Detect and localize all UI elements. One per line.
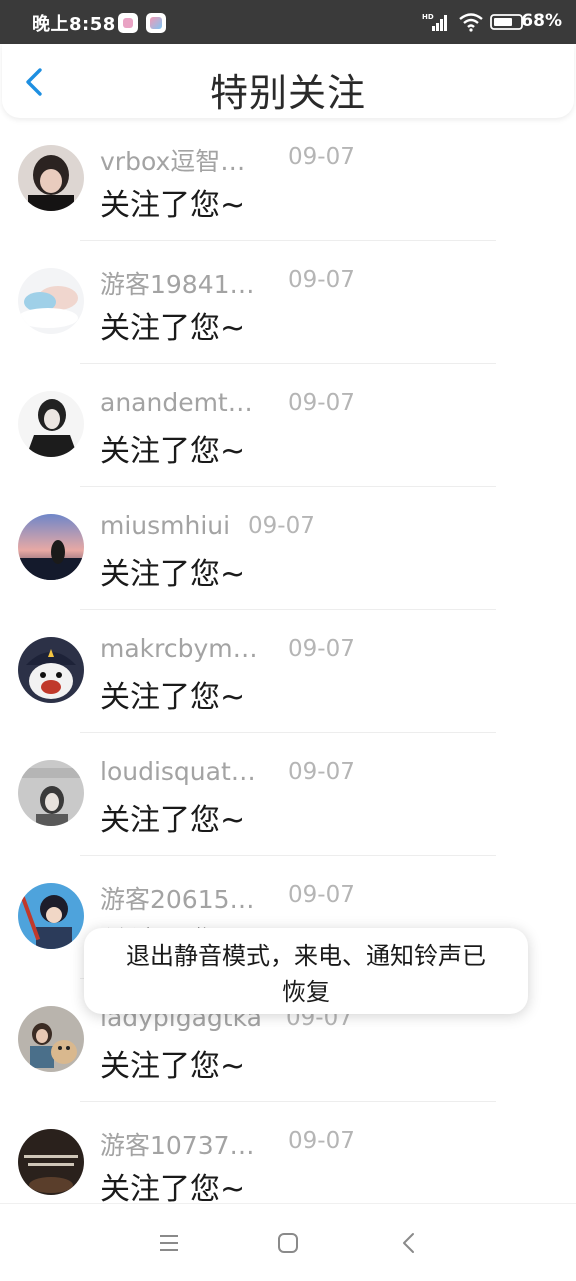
follow-message: 关注了您~ bbox=[100, 1049, 246, 1084]
silent-mode-toast: 退出静音模式，来电、通知铃声已恢复 bbox=[84, 928, 528, 1014]
avatar bbox=[18, 637, 84, 703]
follow-message: 关注了您~ bbox=[100, 188, 246, 223]
follow-date: 09-07 bbox=[248, 513, 315, 539]
avatar bbox=[18, 760, 84, 826]
svg-text:HD: HD bbox=[422, 13, 434, 21]
follow-date: 09-07 bbox=[288, 1128, 355, 1154]
follower-name: 游客19841… bbox=[100, 270, 255, 299]
follow-message: 关注了您~ bbox=[100, 680, 246, 715]
hd-signal-icon: HD bbox=[422, 11, 450, 33]
avatar bbox=[18, 391, 84, 457]
list-item[interactable]: 游客19841… 09-07 关注了您~ bbox=[0, 241, 576, 364]
follower-name: loudisquat… bbox=[100, 757, 256, 786]
avatar bbox=[18, 145, 84, 211]
home-icon bbox=[278, 1233, 298, 1253]
status-bar: 晚上8:58 HD 68% bbox=[0, 0, 576, 44]
follower-name: 游客20615… bbox=[100, 885, 255, 914]
list-item[interactable]: loudisquat… 09-07 关注了您~ bbox=[0, 733, 576, 856]
follow-date: 09-07 bbox=[288, 636, 355, 662]
menu-button[interactable] bbox=[154, 1228, 184, 1258]
follow-message: 关注了您~ bbox=[100, 434, 246, 469]
follow-message: 关注了您~ bbox=[100, 311, 246, 346]
follow-date: 09-07 bbox=[288, 882, 355, 908]
page-title: 特别关注 bbox=[209, 71, 366, 115]
system-nav-bar bbox=[0, 1203, 576, 1281]
follow-message: 关注了您~ bbox=[100, 557, 246, 592]
follow-date: 09-07 bbox=[288, 759, 355, 785]
toast-text: 退出静音模式，来电、通知铃声已恢复 bbox=[126, 942, 486, 1006]
list-item[interactable]: makrcbym… 09-07 关注了您~ bbox=[0, 610, 576, 733]
list-item[interactable]: vrbox逗智… 09-07 关注了您~ bbox=[0, 118, 576, 241]
avatar bbox=[18, 268, 84, 334]
app-notification-icon bbox=[118, 13, 138, 33]
follower-name: anandemt… bbox=[100, 388, 253, 417]
battery-percentage: 68% bbox=[521, 11, 562, 31]
follower-name: vrbox逗智… bbox=[100, 147, 246, 176]
follower-name: makrcbym… bbox=[100, 634, 258, 663]
follower-name: miusmhiui bbox=[100, 511, 231, 540]
status-time: 晚上8:58 bbox=[32, 14, 116, 35]
app-header: 特别关注 bbox=[2, 44, 574, 118]
home-button[interactable] bbox=[273, 1228, 303, 1258]
follow-message: 关注了您~ bbox=[100, 803, 246, 838]
back-icon bbox=[403, 1233, 414, 1253]
menu-icon bbox=[160, 1235, 178, 1251]
follow-date: 09-07 bbox=[288, 267, 355, 293]
avatar bbox=[18, 1129, 84, 1195]
photos-icon bbox=[146, 13, 166, 33]
list-item[interactable]: miusmhiui 09-07 关注了您~ bbox=[0, 487, 576, 610]
follow-date: 09-07 bbox=[288, 390, 355, 416]
follow-message: 关注了您~ bbox=[100, 1172, 246, 1207]
nav-back-button[interactable] bbox=[394, 1228, 424, 1258]
list-item[interactable]: anandemt… 09-07 关注了您~ bbox=[0, 364, 576, 487]
avatar bbox=[18, 883, 84, 949]
avatar bbox=[18, 1006, 84, 1072]
follow-date: 09-07 bbox=[288, 144, 355, 170]
wifi-icon bbox=[458, 12, 484, 32]
follower-name: 游客10737… bbox=[100, 1131, 255, 1160]
avatar bbox=[18, 514, 84, 580]
